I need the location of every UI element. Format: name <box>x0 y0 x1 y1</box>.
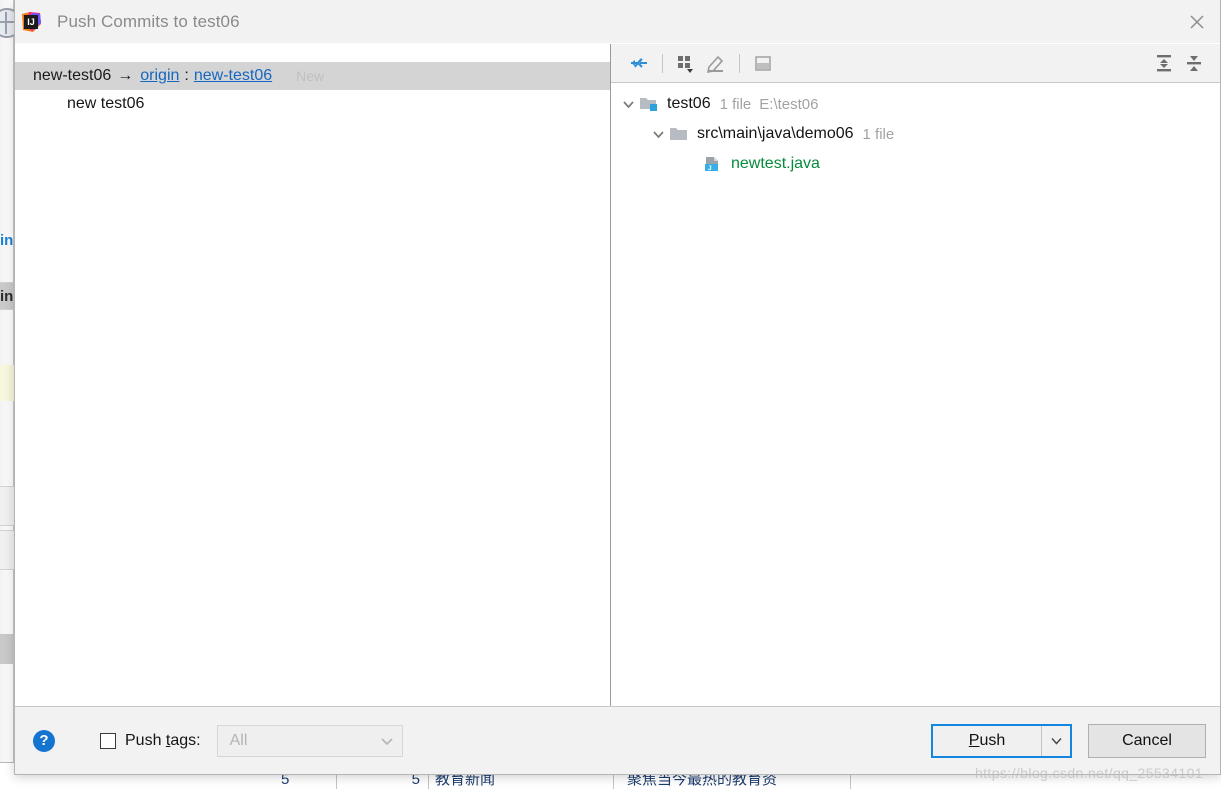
tree-node-file-count: 1 file <box>862 125 895 143</box>
chevron-down-icon <box>622 100 634 108</box>
expand-all-button[interactable] <box>1149 49 1179 77</box>
expand-toggle-icon[interactable] <box>617 98 639 111</box>
background-row <box>0 634 14 664</box>
svg-text:J: J <box>708 165 712 172</box>
group-by-icon <box>678 56 693 73</box>
commit-message: new test06 <box>67 94 145 112</box>
preview-diff-button[interactable] <box>748 49 778 77</box>
collapse-all-icon <box>1187 56 1201 71</box>
expand-toggle-icon[interactable] <box>647 128 669 141</box>
close-button[interactable] <box>1174 0 1220 43</box>
push-tags-label: Push tags: <box>125 732 201 750</box>
changed-files-tree: test06 1 file E:\test06 src\main\java\de… <box>611 83 1220 706</box>
push-split-button: Push <box>931 723 1072 758</box>
tree-toolbar <box>611 44 1220 83</box>
push-options-button[interactable] <box>1041 725 1070 756</box>
toolbar-separator <box>662 53 663 73</box>
show-diff-button[interactable] <box>624 49 654 77</box>
close-icon <box>1190 14 1204 29</box>
tree-node-path: E:\test06 <box>759 95 819 113</box>
preview-diff-icon <box>755 56 771 71</box>
commit-list-item[interactable]: new test06 <box>15 90 610 117</box>
background-row <box>0 530 14 570</box>
collapse-selection-icon <box>631 58 647 68</box>
tree-node-file[interactable]: J newtest.java <box>611 149 1220 179</box>
tree-node-label: newtest.java <box>731 155 820 172</box>
push-commits-dialog: IJ Push Commits to test06 new-test06 → o… <box>14 0 1221 775</box>
expand-all-icon <box>1157 55 1171 72</box>
java-file-icon: J <box>703 155 725 173</box>
push-tags-label-after: ags: <box>170 731 201 749</box>
chevron-down-icon <box>652 130 664 138</box>
target-branch-link[interactable]: new-test06 <box>194 67 272 85</box>
push-target-row[interactable]: new-test06 → origin : new-test06 New <box>15 62 610 90</box>
group-by-button[interactable] <box>671 49 701 77</box>
push-tags-select[interactable]: All <box>216 724 403 757</box>
source-branch-label: new-test06 <box>33 67 112 84</box>
dialog-title: Push Commits to test06 <box>57 11 240 31</box>
chevron-down-icon <box>381 737 393 745</box>
toolbar-separator <box>739 53 740 73</box>
push-label-mnemonic: P <box>968 731 980 749</box>
changed-files-panel: test06 1 file E:\test06 src\main\java\de… <box>611 44 1220 706</box>
push-tags-group: Push tags: All <box>100 724 403 757</box>
background-row <box>0 486 14 526</box>
chevron-down-icon <box>1050 737 1062 745</box>
tree-node-root[interactable]: test06 1 file E:\test06 <box>611 89 1220 119</box>
tree-node-file-count: 1 file <box>719 95 752 113</box>
remote-link[interactable]: origin <box>140 67 179 85</box>
folder-icon <box>669 125 691 143</box>
dialog-body: new-test06 → origin : new-test06 New new… <box>15 43 1220 706</box>
intellij-idea-logo-icon: IJ <box>20 11 42 33</box>
collapse-all-button[interactable] <box>1179 49 1209 77</box>
commits-panel-top-spacer <box>15 44 610 62</box>
dialog-footer: ? Push tags: All Push Cancel <box>15 706 1220 774</box>
tree-node-label: src\main\java\demo06 <box>697 125 854 142</box>
push-tags-label-before: Push <box>125 731 166 749</box>
push-label-after: ush <box>979 731 1006 749</box>
push-tags-value: All <box>229 731 248 749</box>
tree-node-label: test06 <box>667 95 711 112</box>
module-folder-icon <box>639 95 661 113</box>
edit-source-icon <box>706 55 724 73</box>
commits-panel: new-test06 → origin : new-test06 New new… <box>15 44 611 706</box>
background-text-fragment: in <box>0 232 14 249</box>
push-button[interactable]: Push <box>933 725 1041 756</box>
dialog-titlebar: IJ Push Commits to test06 <box>15 0 1220 43</box>
svg-text:IJ: IJ <box>27 17 35 27</box>
edit-source-button[interactable] <box>701 49 731 77</box>
arrow-right-icon: → <box>117 67 134 84</box>
background-highlight <box>0 365 14 401</box>
separator-label: : <box>184 67 189 84</box>
push-tags-checkbox[interactable] <box>100 732 116 749</box>
background-text-fragment: in <box>0 288 14 305</box>
tree-node-package[interactable]: src\main\java\demo06 1 file <box>611 119 1220 149</box>
help-button[interactable]: ? <box>33 729 55 752</box>
new-branch-badge: New <box>296 68 325 84</box>
cancel-button[interactable]: Cancel <box>1088 723 1206 758</box>
